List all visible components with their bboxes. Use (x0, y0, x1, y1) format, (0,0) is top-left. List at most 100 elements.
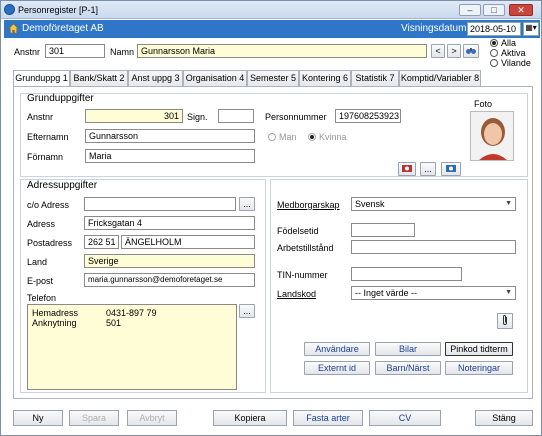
minimize-button[interactable]: ‒ (459, 4, 481, 16)
tab-kontering[interactable]: Kontering 6 (299, 70, 351, 86)
prev-button[interactable]: < (431, 44, 445, 58)
filter-alla-label: Alla (501, 38, 517, 48)
tab-anst-uppg[interactable]: Anst uppg 3 (128, 70, 183, 86)
chevron-down-icon: ▼ (505, 289, 512, 296)
cv-button[interactable]: CV (369, 410, 441, 426)
land-label: Land (27, 257, 48, 267)
tab-statistik[interactable]: Statistik 7 (351, 70, 399, 86)
arbetstillstand-label: Arbetstillstånd (277, 243, 334, 253)
tab-panel: Grunduppgifter Anstnr 301 Sign. Personnu… (13, 86, 533, 399)
pinkod-tidterm-button[interactable]: Pinkod tidterm (445, 342, 513, 356)
tab-komptid-variabler[interactable]: Komptid/Variabler 8 (399, 70, 481, 86)
visningsdatum-label: Visningsdatum (401, 23, 467, 34)
anstnr-header-label: Anstnr (14, 47, 41, 57)
landskod-select[interactable]: -- Inget värde -- ▼ (351, 286, 516, 300)
telefon-type: Anknytning (32, 318, 77, 328)
app-icon (4, 4, 15, 15)
sign-label: Sign. (187, 112, 208, 122)
co-adress-browse-button[interactable]: ... (239, 197, 255, 211)
grunduppgifter-title: Grunduppgifter (27, 93, 94, 104)
tin-label: TIN-nummer (277, 270, 328, 280)
tab-semester[interactable]: Semester 5 (247, 70, 299, 86)
telefon-label: Telefon (27, 293, 57, 303)
filter-vilande-label: Vilande (501, 58, 531, 68)
tab-bank-skatt[interactable]: Bank/Skatt 2 (70, 70, 128, 86)
filter-vilande-radio[interactable] (490, 59, 498, 67)
window-title: Personregister [P-1] (18, 5, 99, 15)
externt-id-button[interactable]: Externt id (304, 361, 370, 375)
co-adress-label: c/o Adress (27, 200, 70, 210)
anvandare-button[interactable]: Användare (304, 342, 370, 356)
stang-button[interactable]: Stäng (475, 410, 533, 426)
filter-aktiva-radio[interactable] (490, 49, 498, 57)
anstnr-label: Anstnr (27, 112, 54, 122)
landskod-value: -- Inget värde -- (355, 288, 418, 298)
webcam-icon (446, 165, 456, 172)
barn-narst-button[interactable]: Barn/Närst (375, 361, 441, 375)
filter-aktiva-label: Aktiva (501, 48, 526, 58)
co-adress-input[interactable] (84, 197, 236, 211)
maximize-button[interactable]: □ (483, 4, 505, 16)
photo-browse-button[interactable]: ... (420, 162, 436, 176)
personnummer-label: Personnummer (265, 112, 327, 122)
land-input[interactable]: Sverige (84, 254, 255, 268)
close-button[interactable]: ✕ (509, 4, 533, 16)
tab-grunduppg[interactable]: Grunduppg 1 (13, 70, 70, 87)
kopiera-button[interactable]: Kopiera (213, 410, 287, 426)
fornamn-label: Förnamn (27, 152, 64, 162)
medborgarskap-link[interactable]: Medborgarskap (277, 200, 340, 210)
personnummer-input[interactable]: 197608253923 (335, 109, 401, 123)
binoculars-icon (466, 48, 476, 54)
bilar-button[interactable]: Bilar (375, 342, 441, 356)
medborgarskap-value: Svensk (355, 199, 385, 209)
main-window: Personregister [P-1] ‒ □ ✕ Demoföretaget… (0, 0, 542, 436)
kvinna-label: Kvinna (319, 132, 347, 142)
noteringar-button[interactable]: Noteringar (445, 361, 513, 375)
camera-icon (402, 165, 412, 172)
fornamn-input[interactable]: Maria (85, 149, 255, 163)
epost-input[interactable]: maria.gunnarsson@demoforetaget.se (84, 273, 255, 287)
arbetstillstand-input[interactable] (351, 240, 516, 254)
chevron-down-icon: ▼ (505, 200, 512, 207)
fodelsetid-input[interactable] (351, 223, 415, 237)
camera-capture-button[interactable] (398, 162, 416, 176)
tin-input[interactable] (351, 267, 462, 281)
next-button[interactable]: > (447, 44, 461, 58)
adressuppgifter-title: Adressuppgifter (27, 180, 98, 191)
postnr-input[interactable]: 262 51 (84, 235, 119, 249)
efternamn-input[interactable]: Gunnarsson (85, 129, 255, 143)
fasta-arter-button[interactable]: Fasta arter (293, 410, 363, 426)
telefon-number: 501 (106, 318, 122, 328)
attachment-button[interactable] (497, 313, 513, 329)
filter-alla-radio[interactable] (490, 39, 498, 47)
profile-photo (470, 111, 514, 161)
telefon-number: 0431-897 79 (106, 308, 157, 318)
telefon-type: Hemadress (32, 308, 79, 318)
man-label: Man (279, 132, 297, 142)
medborgarskap-select[interactable]: Svensk ▼ (351, 197, 516, 211)
sign-input[interactable] (218, 109, 254, 123)
calendar-dropdown-icon[interactable]: ▦▾ (523, 22, 539, 36)
epost-label: E-post (27, 276, 54, 286)
adress-input[interactable]: Fricksgatan 4 (84, 216, 255, 230)
webcam-button[interactable] (441, 162, 461, 176)
telefon-row[interactable]: Anknytning 501 (32, 318, 232, 329)
visningsdatum-field[interactable]: 2018-05-10 (467, 22, 521, 36)
ort-input[interactable]: ÄNGELHOLM (121, 235, 255, 249)
tab-strip: Grunduppg 1 Bank/Skatt 2 Anst uppg 3 Org… (13, 70, 533, 87)
anstnr-header-input[interactable]: 301 (45, 44, 105, 58)
namn-label: Namn (110, 47, 135, 57)
search-button[interactable] (463, 44, 479, 58)
telefon-browse-button[interactable]: ... (239, 304, 255, 318)
telefon-list[interactable]: Hemadress 0431-897 79 Anknytning 501 (27, 304, 237, 390)
man-radio[interactable] (268, 133, 276, 141)
spara-button[interactable]: Spara (69, 410, 119, 426)
ny-button[interactable]: Ny (13, 410, 63, 426)
landskod-link[interactable]: Landskod (277, 289, 316, 299)
avbryt-button[interactable]: Avbryt (127, 410, 177, 426)
namn-input[interactable]: Gunnarsson Maria (137, 44, 427, 58)
tab-organisation[interactable]: Organisation 4 (183, 70, 247, 86)
kvinna-radio[interactable] (308, 133, 316, 141)
anstnr-input[interactable]: 301 (85, 109, 183, 123)
grunduppgifter-group: Grunduppgifter Anstnr 301 Sign. Personnu… (20, 93, 528, 177)
